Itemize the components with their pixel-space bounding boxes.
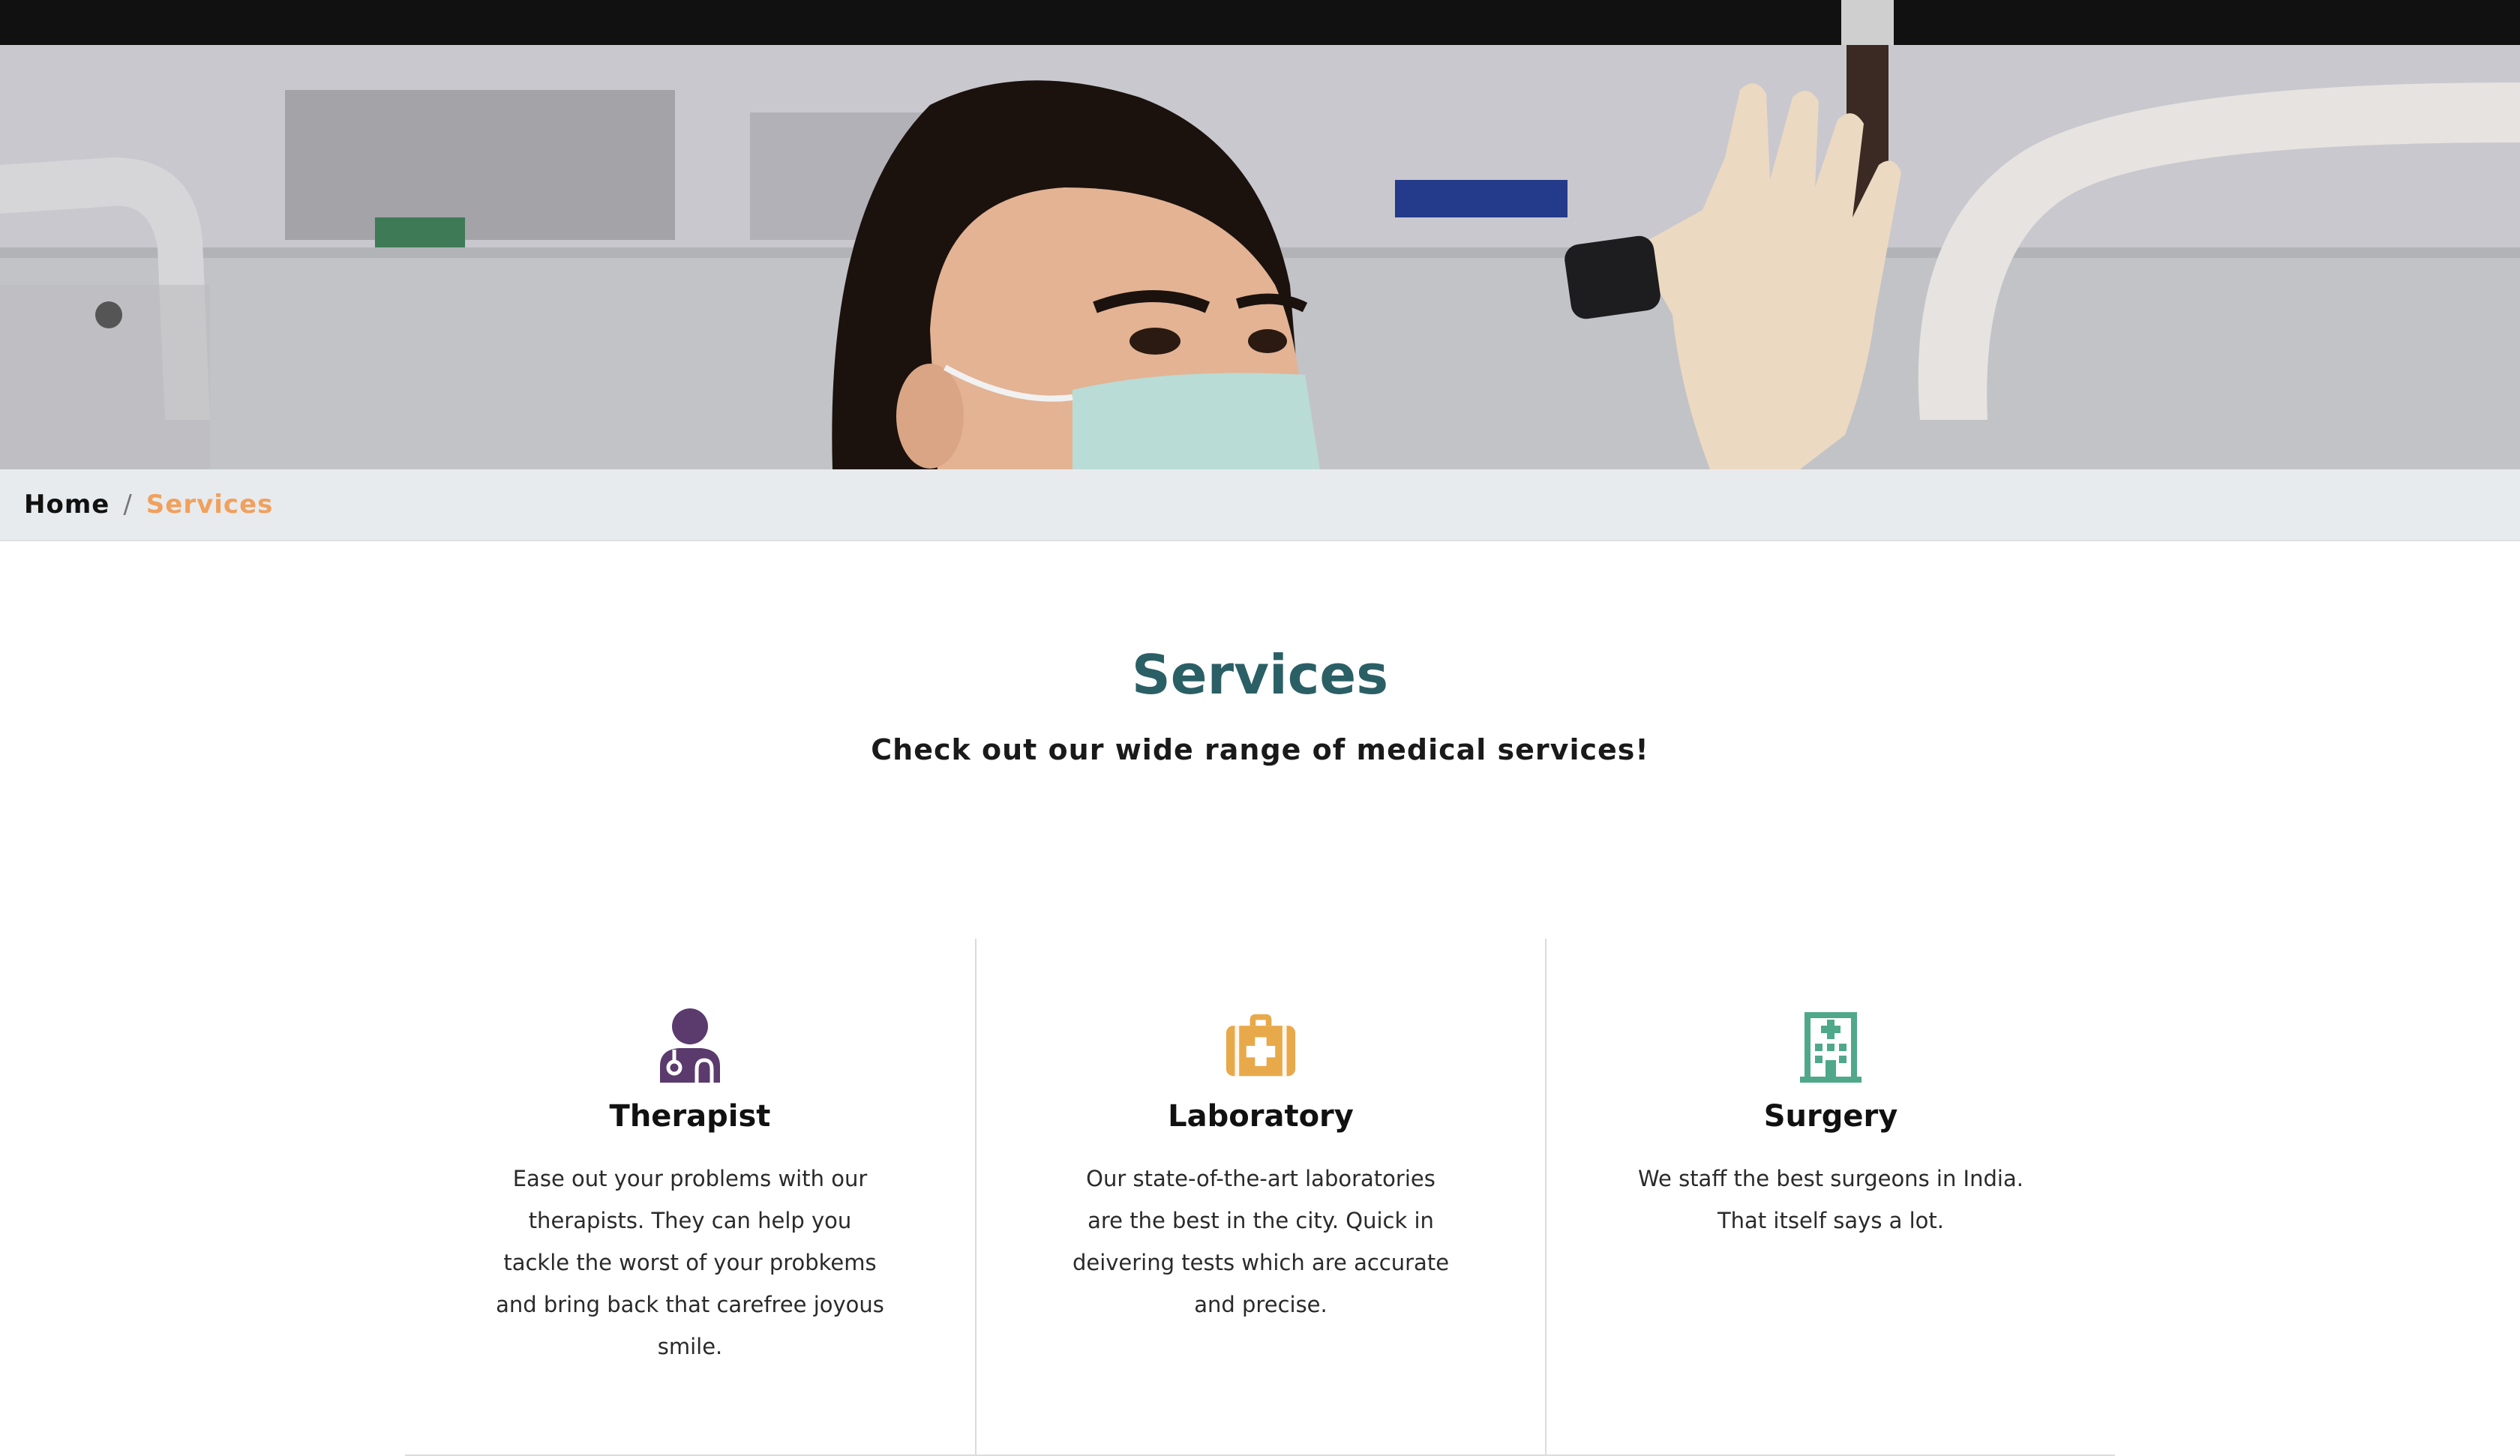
doctor-icon [654,1008,726,1083]
service-card-laboratory: Laboratory Our state-of-the-art laborato… [975,939,1545,1455]
service-title: Laboratory [1168,1099,1354,1134]
page-subtitle: Check out our wide range of medical serv… [871,733,1649,766]
service-card-therapist: Therapist Ease out your problems with ou… [405,939,975,1455]
hero-image [0,0,2520,469]
page-title: Services [1131,643,1389,706]
breadcrumb-home-link[interactable]: Home [24,490,110,520]
service-description: Ease out your problems with our therapis… [496,1166,884,1359]
breadcrumb-current: Services [146,490,274,520]
service-description: Our state-of-the-art laboratories are th… [1072,1166,1450,1317]
service-title: Therapist [609,1099,771,1134]
service-title: Surgery [1763,1099,1898,1134]
hero-illustration [0,0,2520,469]
service-card-surgery: Surgery We staff the best surgeons in In… [1545,939,2115,1455]
breadcrumb-separator: / [123,490,133,520]
medical-kit-icon [1225,1008,1297,1083]
breadcrumb: Home / Services [0,469,2520,541]
hospital-icon [1795,1008,1867,1083]
services-grid: Therapist Ease out your problems with ou… [405,939,2115,1456]
service-description: We staff the best surgeons in India. Tha… [1638,1166,2024,1233]
